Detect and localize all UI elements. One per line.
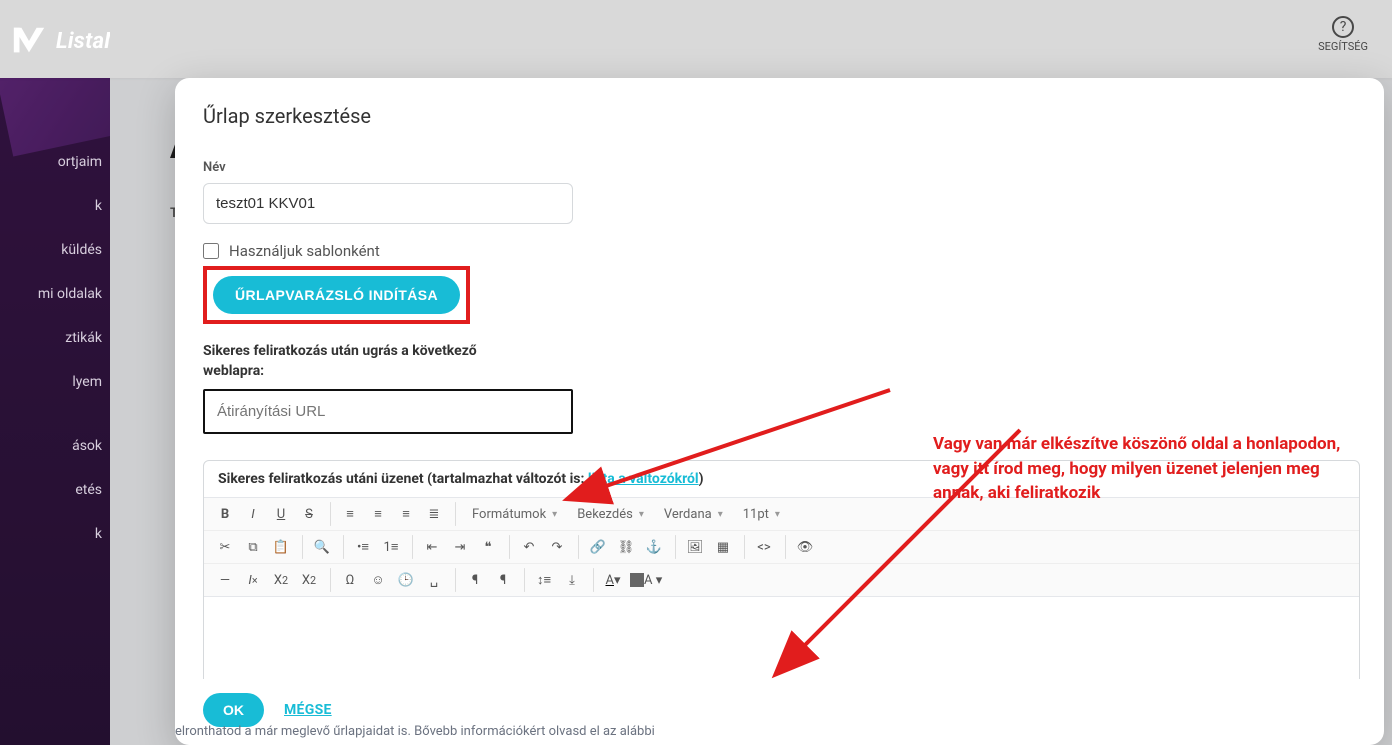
sidebar-item[interactable]: k	[0, 512, 110, 556]
bullet-list-icon[interactable]: •≡	[350, 535, 376, 559]
underline-icon[interactable]: U	[268, 502, 294, 526]
brand: ListaMester	[10, 22, 110, 60]
formats-select[interactable]: Formátumok	[462, 502, 565, 526]
annotation-text: Vagy van már elkészítve köszönő oldal a …	[933, 432, 1353, 506]
form-wizard-start-button[interactable]: ŰRLAPVARÁZSLÓ INDÍTÁSA	[213, 276, 460, 314]
editor-heading-prefix: Sikeres feliratkozás utáni üzenet (tarta…	[218, 471, 588, 487]
cancel-button[interactable]: MÉGSE	[284, 702, 332, 718]
undo-icon[interactable]: ↶	[516, 535, 542, 559]
name-field-label: Név	[203, 160, 1360, 175]
subscript-icon[interactable]: X2	[268, 568, 294, 592]
table-icon[interactable]: ▦	[710, 535, 736, 559]
copy-icon[interactable]: ⧉	[240, 535, 266, 559]
indent-icon[interactable]: ⇥	[447, 535, 473, 559]
form-edit-modal: Űrlap szerkesztése Név Használjuk sablon…	[175, 78, 1384, 745]
clear-format-icon[interactable]: I×	[240, 568, 266, 592]
image-icon[interactable]: 🖼	[682, 535, 708, 559]
background-partial-text: elronthatod a már meglevő űrlapjaidat is…	[175, 724, 655, 739]
redirect-label: Sikeres feliratkozás után ugrás a követk…	[203, 342, 523, 381]
emoticon-icon[interactable]: ☺	[365, 568, 391, 592]
redirect-url-input[interactable]	[203, 389, 573, 434]
template-checkbox[interactable]	[203, 243, 219, 259]
outdent-icon[interactable]: ⇤	[419, 535, 445, 559]
brand-name: ListaMester	[56, 29, 110, 54]
datetime-icon[interactable]: 🕒	[393, 568, 419, 592]
unlink-icon[interactable]: ⛓	[613, 535, 639, 559]
editor-toolbar: B I U S ≡ ≡ ≡ ≣ Formátumok Bekezdés	[204, 497, 1359, 597]
strikethrough-icon[interactable]: S	[296, 502, 322, 526]
paragraph-select[interactable]: Bekezdés	[567, 502, 652, 526]
annotation-highlight-box: ŰRLAPVARÁZSLÓ INDÍTÁSA	[203, 266, 470, 324]
font-select[interactable]: Verdana	[654, 502, 731, 526]
align-left-icon[interactable]: ≡	[337, 502, 363, 526]
bg-color-icon[interactable]: A ▾	[628, 568, 662, 592]
modal-title: Űrlap szerkesztése	[175, 78, 1384, 138]
sidebar-item[interactable]: etés	[0, 468, 110, 512]
special-char-icon[interactable]: Ω	[337, 568, 363, 592]
find-replace-icon[interactable]: 🔍	[309, 535, 335, 559]
modal-body[interactable]: Név Használjuk sablonként ŰRLAPVARÁZSLÓ …	[175, 138, 1384, 679]
ok-button[interactable]: OK	[203, 693, 264, 727]
nbsp-icon[interactable]: ␣	[421, 568, 447, 592]
paste-icon[interactable]: 📋	[268, 535, 294, 559]
editor-heading-suffix: )	[699, 471, 704, 487]
italic-icon[interactable]: I	[240, 502, 266, 526]
sidebar-item[interactable]: küldés	[0, 228, 110, 272]
sidebar-item[interactable]: ztikák	[0, 316, 110, 360]
link-icon[interactable]: 🔗	[585, 535, 611, 559]
preview-icon[interactable]: 👁	[792, 535, 818, 559]
sidebar-item[interactable]: ások	[0, 424, 110, 468]
brand-logo-icon	[10, 22, 48, 60]
sidebar-item[interactable]: ortjaim	[0, 140, 110, 184]
lineheight-icon[interactable]: ↕≡	[531, 568, 557, 592]
numbered-list-icon[interactable]: 1≡	[378, 535, 404, 559]
superscript-icon[interactable]: X2	[296, 568, 322, 592]
bold-icon[interactable]: B	[212, 502, 238, 526]
align-center-icon[interactable]: ≡	[365, 502, 391, 526]
template-checkbox-row[interactable]: Használjuk sablonként	[203, 242, 1360, 260]
hr-icon[interactable]: —	[212, 568, 238, 592]
ltr-icon[interactable]: ¶	[462, 568, 488, 592]
align-justify-icon[interactable]: ≣	[421, 502, 447, 526]
redo-icon[interactable]: ↷	[544, 535, 570, 559]
align-right-icon[interactable]: ≡	[393, 502, 419, 526]
fontsize-select[interactable]: 11pt	[733, 502, 788, 526]
source-code-icon[interactable]: <>	[751, 535, 777, 559]
sidebar-item[interactable]: mi oldalak	[0, 272, 110, 316]
blockquote-icon[interactable]: ❝	[475, 535, 501, 559]
text-color-icon[interactable]: A ▾	[600, 568, 626, 592]
template-checkbox-label: Használjuk sablonként	[229, 242, 380, 260]
rtl-icon[interactable]: ¶	[490, 568, 516, 592]
anchor-icon[interactable]: ⚓	[641, 535, 667, 559]
cut-icon[interactable]: ✂	[212, 535, 238, 559]
editor-content-area[interactable]	[204, 597, 1359, 679]
pagebreak-icon[interactable]: ⤓	[559, 568, 585, 592]
variables-list-link[interactable]: lista a változókról	[588, 471, 699, 487]
sidebar-item[interactable]: lyem	[0, 360, 110, 404]
sidebar-item[interactable]: k	[0, 184, 110, 228]
name-input[interactable]	[203, 183, 573, 224]
